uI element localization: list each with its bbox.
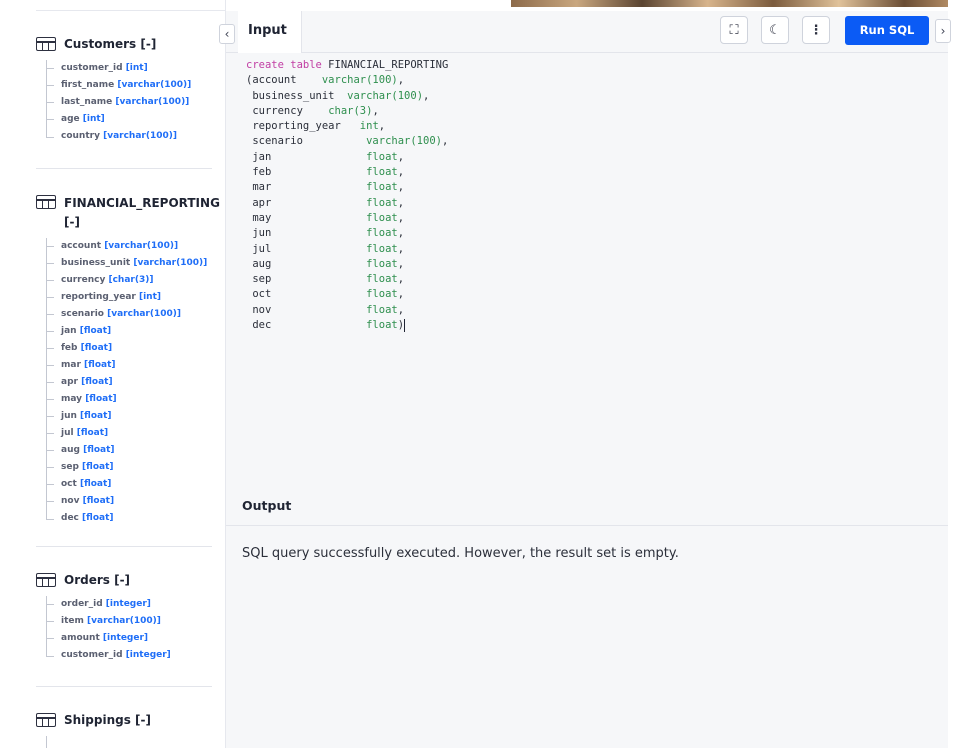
column-item: order_id [integer]: [47, 596, 214, 613]
table-name: Customers [-]: [64, 37, 157, 51]
more-vertical-icon: ⋮: [809, 22, 823, 38]
column-item: currency [char(3)]: [47, 272, 214, 289]
editor-panel: ‹ Input ⛶ ☾ ⋮ Run SQL › create table FIN…: [219, 11, 951, 748]
table-title-customers[interactable]: Customers [-]: [36, 36, 214, 53]
column-item: jan [float]: [47, 323, 214, 340]
column-item: scenario [varchar(100)]: [47, 306, 214, 323]
column-item: jul [float]: [47, 425, 214, 442]
code-line: create table FINANCIAL_REPORTING: [246, 59, 449, 71]
top-banner-image: [511, 0, 948, 7]
column-item: aug [float]: [47, 442, 214, 459]
column-item: first_name [varchar(100)]: [47, 77, 214, 94]
collapse-right-button[interactable]: ›: [935, 19, 951, 43]
column-item: jun [float]: [47, 408, 214, 425]
chevron-left-icon: ‹: [224, 27, 230, 41]
table-icon: [36, 713, 56, 727]
table-name: Shippings [-]: [64, 713, 151, 727]
output-header: Output: [226, 486, 948, 526]
table-icon: [36, 37, 56, 51]
sidebar-divider: [36, 686, 212, 687]
code-line: currency char(3),: [246, 104, 379, 117]
output-panel: SQL query successfully executed. However…: [226, 526, 948, 748]
schema-table-orders: Orders [-] order_id [integer] item [varc…: [36, 572, 214, 664]
table-name: FINANCIAL_REPORTING [-]: [64, 196, 220, 229]
sql-code-editor[interactable]: create table FINANCIAL_REPORTING (account…: [246, 58, 448, 333]
table-title-orders[interactable]: Orders [-]: [36, 572, 214, 589]
code-line: aug float,: [246, 257, 405, 270]
more-options-button[interactable]: ⋮: [802, 16, 830, 44]
schema-table-customers: Customers [-] customer_id [int] first_na…: [36, 36, 214, 145]
column-item: may [float]: [47, 391, 214, 408]
column-item: country [varchar(100)]: [46, 128, 214, 145]
code-line: mar float,: [246, 181, 405, 194]
fullscreen-icon: ⛶: [729, 22, 739, 38]
column-item: age [int]: [47, 111, 214, 128]
tab-input[interactable]: Input: [238, 11, 302, 53]
output-message: SQL query successfully executed. However…: [242, 546, 679, 561]
column-item: oct [float]: [47, 476, 214, 493]
column-item: amount [integer]: [47, 630, 214, 647]
code-line: business_unit varchar(100),: [246, 89, 430, 102]
moon-icon: ☾: [769, 22, 781, 38]
run-sql-button[interactable]: Run SQL: [845, 16, 929, 45]
schema-table-shippings: Shippings [-]: [36, 712, 214, 748]
schema-sidebar: Customers [-] customer_id [int] first_na…: [0, 0, 226, 748]
table-name: Orders [-]: [64, 573, 131, 587]
column-item: last_name [varchar(100)]: [47, 94, 214, 111]
code-line: jan float,: [246, 150, 405, 163]
column-item: customer_id [integer]: [46, 647, 214, 664]
code-line: dec float): [246, 318, 406, 332]
theme-toggle-button[interactable]: ☾: [761, 16, 789, 44]
schema-table-financial-reporting: FINANCIAL_REPORTING [-] account [varchar…: [36, 194, 220, 527]
collapse-sidebar-button[interactable]: ‹: [219, 24, 235, 44]
sidebar-top-divider: [36, 10, 225, 11]
output-title: Output: [242, 498, 292, 513]
code-line: (account varchar(100),: [246, 74, 405, 87]
column-item: mar [float]: [47, 357, 214, 374]
code-line: feb float,: [246, 166, 405, 179]
code-line: nov float,: [246, 303, 405, 316]
code-line: apr float,: [246, 196, 405, 209]
text-cursor: [404, 318, 406, 332]
table-title-financial-reporting[interactable]: FINANCIAL_REPORTING [-]: [36, 194, 220, 232]
column-item: account [varchar(100)]: [47, 238, 214, 255]
fullscreen-button[interactable]: ⛶: [720, 16, 748, 44]
code-line: reporting_year int,: [246, 120, 386, 133]
input-header: ‹ Input ⛶ ☾ ⋮ Run SQL ›: [219, 11, 951, 53]
sidebar-divider: [36, 546, 212, 547]
code-line: scenario varchar(100),: [246, 135, 449, 148]
column-item: apr [float]: [47, 374, 214, 391]
code-line: jul float,: [246, 242, 405, 255]
column-item: reporting_year [int]: [47, 289, 214, 306]
column-item: sep [float]: [47, 459, 214, 476]
table-title-shippings[interactable]: Shippings [-]: [36, 712, 214, 729]
table-icon: [36, 573, 56, 587]
column-list: [46, 736, 214, 748]
sidebar-divider: [36, 168, 212, 169]
code-line: may float,: [246, 211, 405, 224]
column-list: account [varchar(100)] business_unit [va…: [46, 238, 214, 527]
table-icon: [36, 195, 56, 209]
column-list: customer_id [int] first_name [varchar(10…: [46, 60, 214, 145]
column-item: dec [float]: [46, 510, 214, 527]
code-line: sep float,: [246, 273, 405, 286]
column-item: customer_id [int]: [47, 60, 214, 77]
column-item: feb [float]: [47, 340, 214, 357]
column-item: nov [float]: [47, 493, 214, 510]
column-item: business_unit [varchar(100)]: [47, 255, 214, 272]
chevron-right-icon: ›: [940, 24, 946, 38]
code-line: jun float,: [246, 227, 405, 240]
code-line: oct float,: [246, 288, 405, 301]
column-list: order_id [integer] item [varchar(100)] a…: [46, 596, 214, 664]
column-item: item [varchar(100)]: [47, 613, 214, 630]
